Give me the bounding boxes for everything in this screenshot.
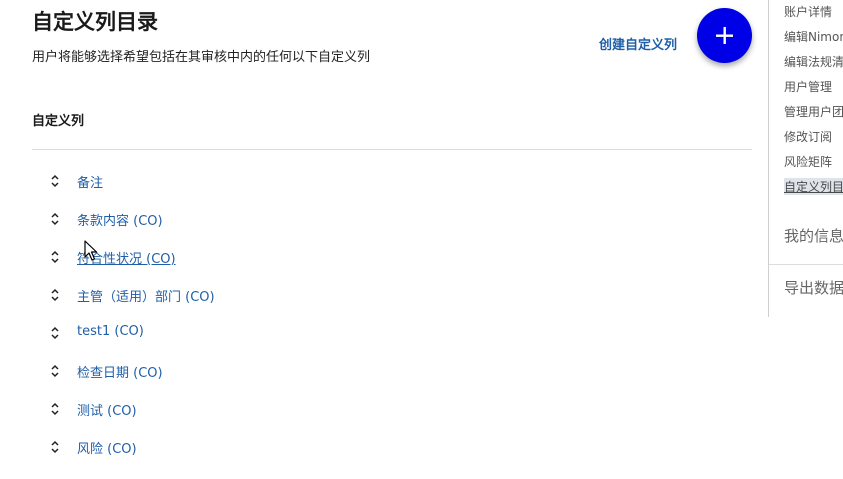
column-link[interactable]: test1 (CO) <box>77 324 144 339</box>
sidenav-divider <box>769 264 843 265</box>
page: 自定义列目录 用户将能够选择希望包括在其审核中内的任何以下自定义列 创建自定义列… <box>0 0 843 479</box>
column-link[interactable]: 风险 (CO) <box>77 438 137 457</box>
sidenav-item-edit-nimon[interactable]: 编辑Nimon <box>784 28 843 45</box>
settings-sidenav: 账户详情 编辑Nimon 编辑法规清 用户管理 管理用户团 修改订阅 风险矩阵 … <box>768 0 843 317</box>
sidenav-item-modify-subscription[interactable]: 修改订阅 <box>784 128 832 145</box>
sidenav-export-data[interactable]: 导出数据 <box>784 277 843 298</box>
custom-column-list: 备注 条款内容 (CO) 符合性状况 (CO) 主管（适用）部门 (CO) te… <box>0 162 760 466</box>
sidenav-item-edit-regulations[interactable]: 编辑法规清 <box>784 53 843 70</box>
sidenav-my-info[interactable]: 我的信息 <box>784 225 843 246</box>
list-item: test1 (CO) <box>0 314 760 352</box>
column-link[interactable]: 备注 <box>77 172 103 191</box>
list-item: 测试 (CO) <box>0 390 760 428</box>
column-link[interactable]: 主管（适用）部门 (CO) <box>77 286 215 305</box>
sort-arrows-icon[interactable] <box>50 402 60 416</box>
plus-icon <box>716 27 733 44</box>
create-custom-column-link[interactable]: 创建自定义列 <box>599 34 677 53</box>
column-link[interactable]: 条款内容 (CO) <box>77 210 163 229</box>
sort-arrows-icon[interactable] <box>50 212 60 226</box>
list-item: 备注 <box>0 162 760 200</box>
sort-arrows-icon[interactable] <box>50 250 60 264</box>
sidenav-item-manage-user-groups[interactable]: 管理用户团 <box>784 103 843 120</box>
sort-arrows-icon[interactable] <box>50 174 60 188</box>
add-custom-column-button[interactable] <box>697 8 752 63</box>
list-item: 风险 (CO) <box>0 428 760 466</box>
list-item: 条款内容 (CO) <box>0 200 760 238</box>
divider <box>32 149 752 150</box>
list-item: 检查日期 (CO) <box>0 352 760 390</box>
section-label: 自定义列 <box>32 114 85 129</box>
column-link[interactable]: 符合性状况 (CO) <box>77 248 176 267</box>
sidenav-item-user-management[interactable]: 用户管理 <box>784 78 832 95</box>
main-content: 自定义列目录 用户将能够选择希望包括在其审核中内的任何以下自定义列 创建自定义列… <box>0 0 768 479</box>
sort-arrows-icon[interactable] <box>50 440 60 454</box>
sidenav-item-custom-columns[interactable]: 自定义列目 <box>784 178 843 195</box>
sort-arrows-icon[interactable] <box>50 288 60 302</box>
column-link[interactable]: 检查日期 (CO) <box>77 362 163 381</box>
sort-arrows-icon[interactable] <box>50 364 60 378</box>
column-link[interactable]: 测试 (CO) <box>77 400 137 419</box>
list-item: 主管（适用）部门 (CO) <box>0 276 760 314</box>
sidenav-item-risk-matrix[interactable]: 风险矩阵 <box>784 153 832 170</box>
list-item: 符合性状况 (CO) <box>0 238 760 276</box>
page-title: 自定义列目录 <box>32 10 158 34</box>
page-subtitle: 用户将能够选择希望包括在其审核中内的任何以下自定义列 <box>32 50 371 65</box>
sort-arrows-icon[interactable] <box>50 326 60 340</box>
sidenav-item-account-details[interactable]: 账户详情 <box>784 3 832 20</box>
